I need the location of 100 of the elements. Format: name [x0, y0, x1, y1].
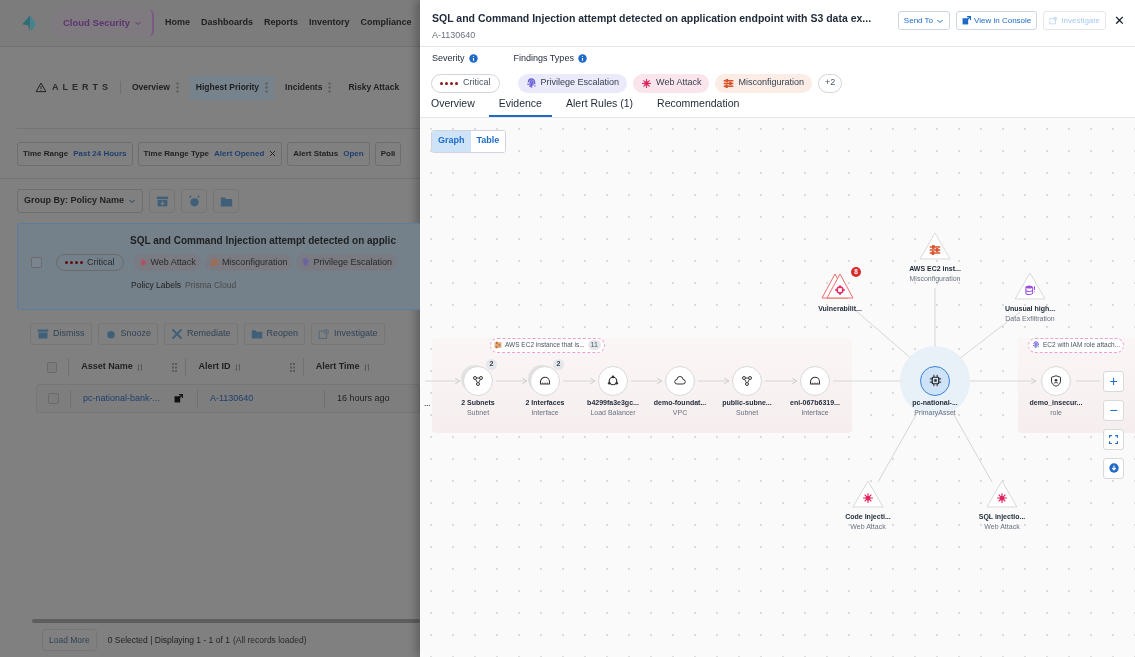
folder-icon	[250, 328, 263, 340]
section-title: ALERTS	[52, 80, 121, 95]
action-button[interactable]: Investigate	[311, 323, 385, 345]
shield-user-icon	[1050, 374, 1062, 387]
connector-line	[562, 377, 596, 384]
triangle-icon[interactable]	[986, 479, 1018, 508]
crosshair-icon	[834, 283, 846, 296]
tab[interactable]: Alert Rules (1)	[565, 92, 634, 117]
external-link-icon	[174, 394, 183, 403]
filter-label: Time Range Type	[143, 147, 210, 160]
triangle-icon[interactable]	[1014, 271, 1046, 300]
bug-icon	[996, 491, 1008, 504]
stacked-triangle-icon[interactable]	[821, 271, 857, 300]
connector-line	[630, 377, 663, 384]
logo-icon	[20, 14, 38, 32]
tab[interactable]: Recommendation	[657, 92, 740, 117]
load-more-button[interactable]: Load More	[42, 629, 97, 651]
action-button[interactable]: Dismiss	[30, 323, 92, 345]
load-balancer-icon	[607, 374, 619, 387]
sort-icon	[362, 362, 371, 372]
finding-tag: Privilege Escalation	[296, 254, 397, 271]
filter-chip[interactable]: Alert Status Open	[287, 141, 370, 166]
group-by-dropdown[interactable]: Group By: Policy Name	[17, 189, 144, 213]
fingerprint-icon	[301, 258, 311, 267]
finding-tag: Misconfiguration	[204, 254, 293, 271]
view-tab[interactable]: Highest Priority	[189, 75, 275, 100]
filter-label: Poli	[380, 147, 396, 160]
tab[interactable]: Evidence	[488, 92, 552, 117]
fit-screen-icon	[1109, 434, 1118, 444]
external-link-icon	[962, 16, 972, 26]
fingerprint-icon	[1032, 341, 1040, 349]
header-button[interactable]: View in Console	[956, 11, 1038, 31]
sliders-icon	[929, 243, 941, 256]
folder-icon	[219, 194, 233, 208]
nav-link[interactable]: Dashboards	[201, 16, 254, 30]
info-icon	[468, 54, 478, 64]
product-switcher[interactable]: Cloud Security	[53, 9, 155, 37]
drag-handle-icon[interactable]	[289, 362, 295, 372]
cloud-icon	[674, 374, 686, 387]
finding-tag: Misconfiguration	[715, 73, 812, 93]
chevron-down-icon	[128, 197, 137, 205]
triangle-icon[interactable]	[919, 231, 951, 260]
filter-chip[interactable]: Time Range Past 24 Hours	[17, 141, 133, 166]
connector-line	[697, 377, 730, 384]
filter-chip[interactable]: Poli	[374, 141, 402, 166]
triangle-icon[interactable]	[852, 479, 884, 508]
view-tab[interactable]: Incidents	[279, 75, 338, 100]
scrollbar[interactable]	[32, 619, 420, 623]
drawer-title: SQL and Command Injection attempt detected on application endpoint with S3 data ex...	[432, 11, 872, 26]
nav-link[interactable]: Compliance	[360, 16, 412, 30]
archive-icon	[155, 194, 169, 208]
column-header[interactable]: Alert ID	[198, 360, 231, 374]
column-header[interactable]: Asset Name	[81, 360, 133, 374]
fit-button[interactable]	[1103, 428, 1124, 450]
drag-handle-icon[interactable]	[172, 362, 178, 372]
nav-link[interactable]: Reports	[264, 16, 299, 30]
header-button[interactable]: Send To	[897, 11, 951, 31]
connector-line	[495, 377, 528, 384]
filter-label: Alert Status	[293, 147, 339, 160]
magnifier-icon	[1049, 16, 1059, 26]
nav-link[interactable]: Home	[165, 16, 191, 30]
action-button[interactable]: Snooze	[97, 323, 159, 345]
finding-tag: Web Attack	[633, 73, 710, 93]
alert-id-link[interactable]: A-1130640	[210, 391, 254, 406]
close-button[interactable]: ✕	[1114, 11, 1125, 31]
table-cell-text: 16 hours ago	[337, 391, 390, 405]
zoom-in-button[interactable]: +	[1103, 370, 1124, 392]
chevron-down-icon	[134, 19, 143, 27]
filter-chip[interactable]: Time Range Type Alert Opened	[137, 141, 283, 166]
filter-value: Open	[343, 147, 364, 160]
column-header[interactable]: Alert Time	[315, 360, 360, 374]
tab-label: Highest Priority	[195, 81, 260, 94]
archive-icon	[37, 328, 49, 340]
connector-line	[764, 377, 798, 384]
view-tab[interactable]: Overview	[126, 75, 185, 100]
zoom-out-button[interactable]: −	[1103, 399, 1124, 421]
finding-tag: Web Attack	[133, 254, 201, 271]
severity-dots-icon	[440, 81, 458, 85]
checkbox[interactable]	[31, 257, 42, 268]
warning-icon	[35, 82, 47, 93]
info-icon	[577, 54, 587, 64]
alarm-clock-icon	[104, 328, 117, 340]
label-key: Policy Labels	[131, 279, 182, 292]
asset-link[interactable]: pc-national-bank-...	[83, 391, 161, 406]
download-button[interactable]	[1103, 457, 1124, 479]
view-tab[interactable]: Risky Attack	[342, 75, 406, 100]
sort-icon	[233, 362, 242, 372]
kebab-icon	[265, 82, 269, 93]
action-button[interactable]: Remediate	[164, 323, 238, 345]
tab-label: Incidents	[285, 81, 323, 94]
action-button[interactable]: Reopen	[243, 323, 306, 345]
network-icon	[472, 374, 484, 387]
nav-link[interactable]: Inventory	[309, 16, 350, 30]
severity-dots-icon	[65, 261, 83, 264]
view-toggle[interactable]: Graph	[432, 130, 471, 152]
filter-value: Alert Opened	[214, 147, 265, 160]
table-row[interactable]: pc-national-bank-... A-1130640 16 hours ago	[36, 384, 420, 413]
tab[interactable]: Overview	[431, 92, 475, 117]
network-port-icon	[539, 374, 551, 387]
alert-id: A-1130640	[432, 28, 477, 42]
